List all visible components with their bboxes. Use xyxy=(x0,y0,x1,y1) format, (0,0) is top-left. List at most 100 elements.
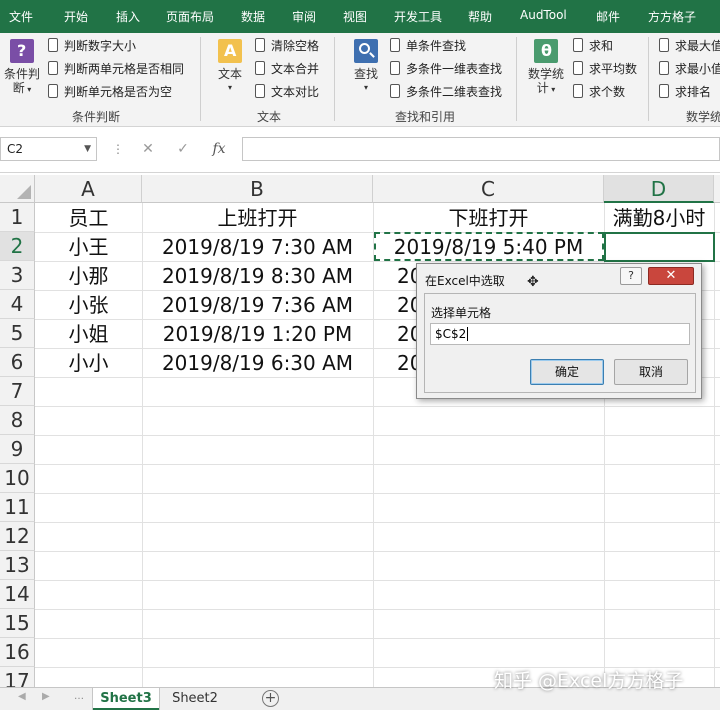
text-merge-item[interactable]: 文本合并 xyxy=(255,60,319,78)
row-header-2[interactable]: 2 xyxy=(0,232,35,261)
row-header-16[interactable]: 16 xyxy=(0,638,35,667)
add-sheet-button[interactable]: + xyxy=(262,690,279,707)
row-header-17[interactable]: 17 xyxy=(0,667,35,687)
active-cell-d2[interactable] xyxy=(604,232,715,262)
row-header-8[interactable]: 8 xyxy=(0,406,35,435)
tab-data[interactable]: 数据 xyxy=(241,8,265,25)
cell-b4[interactable]: 2019/8/19 7:36 AM xyxy=(142,291,373,320)
clear-spaces-item[interactable]: 清除空格 xyxy=(255,37,319,55)
name-box[interactable]: C2 ▼ xyxy=(0,137,97,161)
row-header-10[interactable]: 10 xyxy=(0,464,35,493)
judge-number-size-item[interactable]: 判断数字大小 xyxy=(48,37,136,55)
scroll-left-icon[interactable]: ◀ xyxy=(18,691,26,702)
doc-icon xyxy=(255,38,265,52)
row-header-1[interactable]: 1 xyxy=(0,203,35,232)
tab-audtool[interactable]: AudTool xyxy=(520,8,567,22)
row-header-5[interactable]: 5 xyxy=(0,319,35,348)
judge-cell-empty-item[interactable]: 判断单元格是否为空 xyxy=(48,83,172,101)
worksheet-grid[interactable]: A B C D 1 2 3 4 5 6 7 8 9 10 11 12 13 14 15 16 17 员工 上班打… xyxy=(0,175,720,687)
sheet-tab-sheet3[interactable]: Sheet3 xyxy=(93,688,159,710)
cell-b2[interactable]: 2019/8/19 7:30 AM xyxy=(142,233,373,262)
cancel-formula-icon[interactable]: ✕ xyxy=(137,137,159,161)
enter-formula-icon[interactable]: ✓ xyxy=(172,137,194,161)
single-condition-lookup-item[interactable]: 单条件查找 xyxy=(390,37,466,55)
row-header-9[interactable]: 9 xyxy=(0,435,35,464)
tab-page-layout[interactable]: 页面布局 xyxy=(166,8,214,25)
cancel-button[interactable]: 取消 xyxy=(614,359,688,385)
help-button[interactable]: ? xyxy=(620,267,642,285)
cell-b5[interactable]: 2019/8/19 1:20 PM xyxy=(142,320,373,349)
cell-b3[interactable]: 2019/8/19 8:30 AM xyxy=(142,262,373,291)
tab-developer[interactable]: 开发工具 xyxy=(394,8,442,25)
column-header-c[interactable]: C xyxy=(373,175,604,203)
select-all-corner[interactable] xyxy=(0,175,35,203)
cell-a2[interactable]: 小王 xyxy=(35,233,142,262)
scroll-right-icon[interactable]: ▶ xyxy=(42,691,50,702)
tab-help[interactable]: 帮助 xyxy=(468,8,492,25)
cell-c5[interactable]: 20 xyxy=(397,320,417,349)
tab-home[interactable]: 开始 xyxy=(64,8,88,25)
row-header-14[interactable]: 14 xyxy=(0,580,35,609)
tab-mail[interactable]: 邮件 xyxy=(596,8,620,25)
grid-line xyxy=(714,203,715,687)
tab-view[interactable]: 视图 xyxy=(343,8,367,25)
ribbon: ? 条件判 断 ▾ 判断数字大小 判断两单元格是否相同 判断单元格是否为空 条件… xyxy=(0,33,720,127)
row-header-4[interactable]: 4 xyxy=(0,290,35,319)
column-header-d[interactable]: D xyxy=(604,175,714,203)
cell-c1[interactable]: 下班打开 xyxy=(373,204,604,233)
sum-item[interactable]: 求和 xyxy=(573,37,613,55)
multi-condition-1d-lookup-item[interactable]: 多条件一维表查找 xyxy=(390,60,502,78)
cell-a5[interactable]: 小姐 xyxy=(35,320,142,349)
text-button[interactable]: A 文本 ▾ xyxy=(210,39,250,95)
text-label: 文本 ▾ xyxy=(217,67,242,92)
select-in-excel-dialog: 在Excel中选取 ? ✕ ✥ 选择单元格 $C$2 确定 取消 xyxy=(416,263,702,399)
cell-c4[interactable]: 20 xyxy=(397,291,417,320)
cell-d1[interactable]: 满勤8小时 xyxy=(604,204,714,233)
row-header-12[interactable]: 12 xyxy=(0,522,35,551)
column-header-b[interactable]: B xyxy=(142,175,373,203)
lookup-button[interactable]: 查找 ▾ xyxy=(346,39,386,95)
doc-icon xyxy=(48,84,58,98)
cell-b6[interactable]: 2019/8/19 6:30 AM xyxy=(142,349,373,378)
row-header-13[interactable]: 13 xyxy=(0,551,35,580)
cell-a6[interactable]: 小小 xyxy=(35,349,142,378)
insert-function-button[interactable]: fx xyxy=(208,137,230,161)
more-sheets-icon[interactable]: … xyxy=(74,691,84,702)
close-button[interactable]: ✕ xyxy=(648,267,694,285)
row-header-7[interactable]: 7 xyxy=(0,377,35,406)
tab-review[interactable]: 审阅 xyxy=(292,8,316,25)
cell-a4[interactable]: 小张 xyxy=(35,291,142,320)
tab-fangfang[interactable]: 方方格子 xyxy=(648,8,696,25)
rank-item[interactable]: 求排名 xyxy=(659,83,711,101)
max-item[interactable]: 求最大值 xyxy=(659,37,720,55)
lookup-label: 查找 ▾ xyxy=(353,67,378,92)
cell-b1[interactable]: 上班打开 xyxy=(142,204,373,233)
text-compare-item[interactable]: 文本对比 xyxy=(255,83,319,101)
multi-condition-2d-lookup-item[interactable]: 多条件二维表查找 xyxy=(390,83,502,101)
cell-a1[interactable]: 员工 xyxy=(35,204,142,233)
doc-icon xyxy=(390,38,400,52)
average-item[interactable]: 求平均数 xyxy=(573,60,637,78)
min-item[interactable]: 求最小值 xyxy=(659,60,720,78)
tab-file[interactable]: 文件 xyxy=(9,8,33,25)
condition-judge-button[interactable]: ? 条件判 断 ▾ xyxy=(2,39,42,97)
formula-input[interactable] xyxy=(242,137,720,161)
doc-icon xyxy=(659,38,669,52)
math-stats-button[interactable]: θ 数学统 计 ▾ xyxy=(525,39,567,97)
column-header-a[interactable]: A xyxy=(35,175,142,203)
cell-c6[interactable]: 20 xyxy=(397,349,417,378)
cell-a3[interactable]: 小那 xyxy=(35,262,142,291)
column-header-e[interactable] xyxy=(714,175,720,203)
tab-insert[interactable]: 插入 xyxy=(116,8,140,25)
doc-icon xyxy=(573,84,583,98)
row-header-3[interactable]: 3 xyxy=(0,261,35,290)
sheet-tab-sheet2[interactable]: Sheet2 xyxy=(163,688,227,710)
row-header-15[interactable]: 15 xyxy=(0,609,35,638)
row-header-11[interactable]: 11 xyxy=(0,493,35,522)
cell-reference-input[interactable]: $C$2 xyxy=(430,323,690,345)
row-header-6[interactable]: 6 xyxy=(0,348,35,377)
cell-c3[interactable]: 20 xyxy=(397,262,417,291)
judge-cells-same-item[interactable]: 判断两单元格是否相同 xyxy=(48,60,184,78)
count-item[interactable]: 求个数 xyxy=(573,83,625,101)
ok-button[interactable]: 确定 xyxy=(530,359,604,385)
